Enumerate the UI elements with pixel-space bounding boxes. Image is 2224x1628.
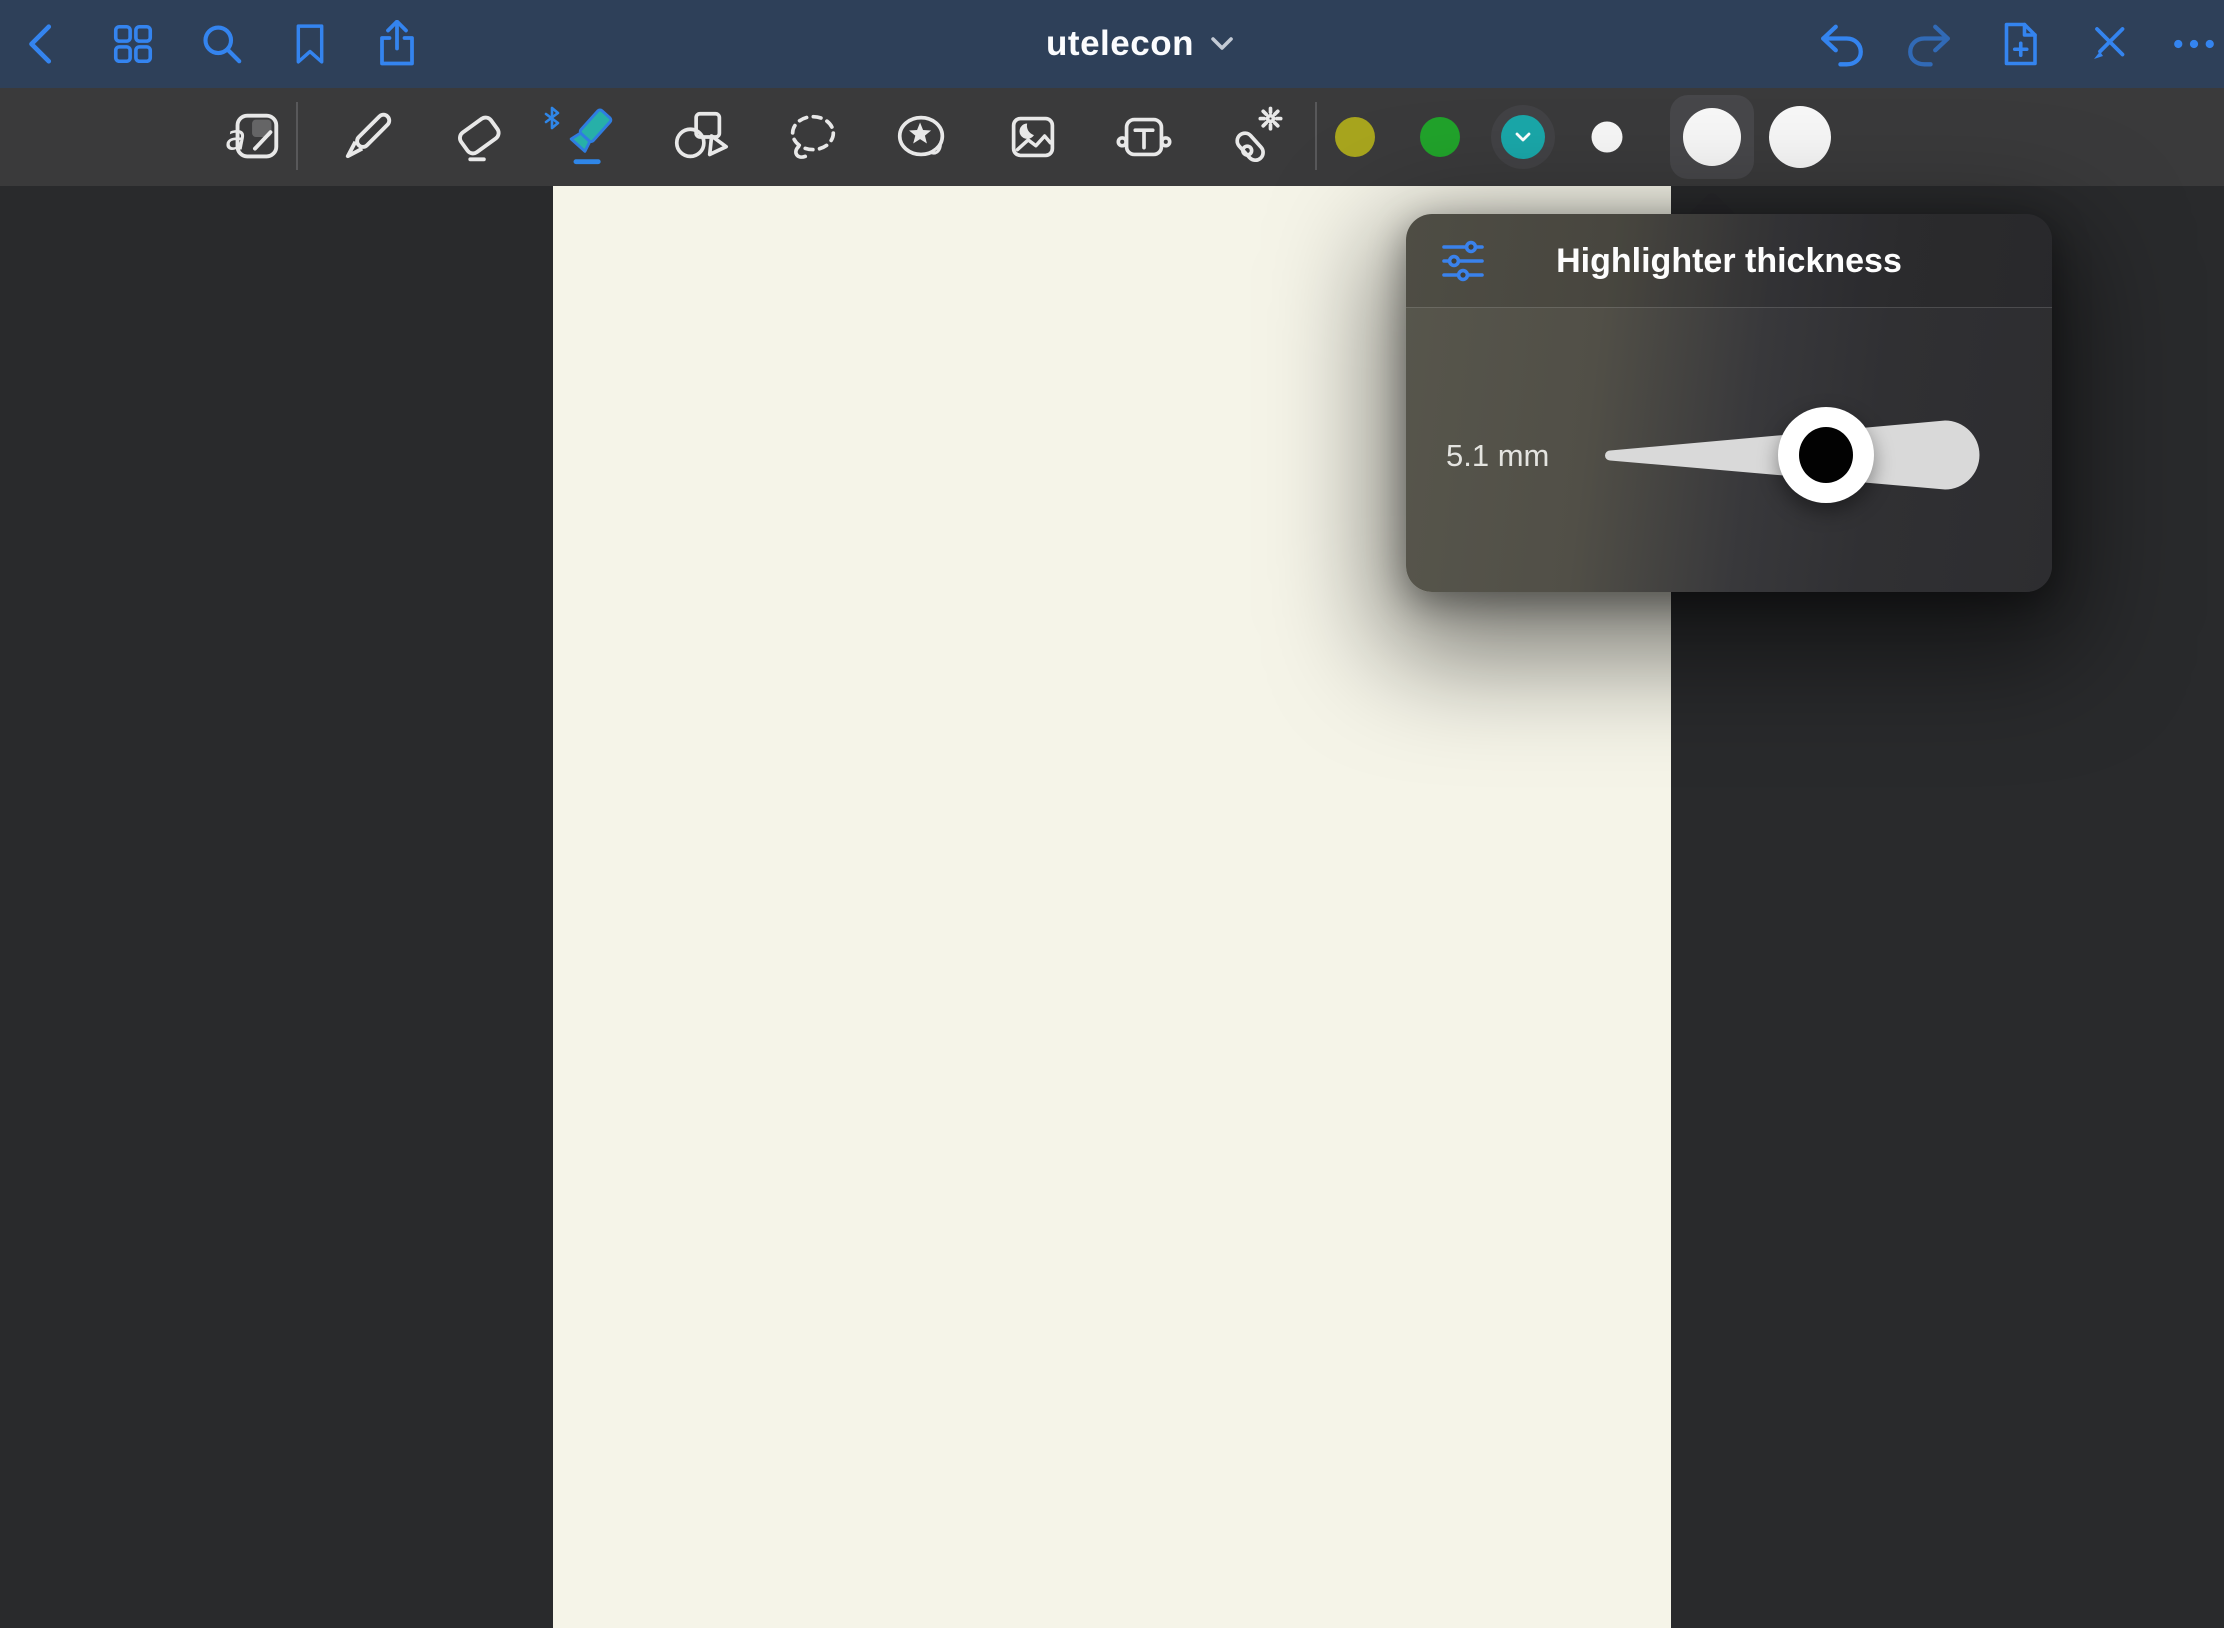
title-chevron-down-icon: [1210, 36, 1234, 52]
color-swatch-teal-selected[interactable]: [1491, 105, 1555, 169]
chevron-down-icon: [1515, 132, 1531, 143]
tool-elements[interactable]: [891, 106, 953, 168]
ellipsis-icon: [2170, 20, 2218, 68]
tool-pen[interactable]: [336, 106, 398, 168]
lasso-icon: [781, 106, 843, 168]
more-button[interactable]: [2170, 20, 2218, 68]
thickness-preset-medium-selected[interactable]: [1670, 95, 1754, 179]
tool-bar: a: [0, 88, 2224, 186]
tool-image[interactable]: [1002, 106, 1064, 168]
tool-text[interactable]: [1111, 106, 1177, 168]
goodnotes-document-view: { "nav": { "title": "utelecon", "left_ic…: [0, 0, 2224, 1628]
toolbar-separator: [1315, 102, 1317, 170]
shapes-icon: [669, 106, 731, 168]
highlighter-thickness-popover: Highlighter thickness 5.1 mm: [1406, 214, 2052, 592]
search-icon: [198, 20, 246, 68]
bookmark-icon: [288, 21, 332, 67]
color-swatch-olive[interactable]: [1335, 117, 1375, 157]
pen-off-button[interactable]: [2085, 20, 2133, 68]
image-icon: [1002, 106, 1064, 168]
zoom-window-icon: a: [223, 106, 285, 168]
thickness-preset-thin[interactable]: [1592, 122, 1623, 153]
search-button[interactable]: [198, 20, 246, 68]
thickness-value: 5.1 mm: [1446, 438, 1549, 474]
page-thumbnails-button[interactable]: [110, 21, 156, 67]
svg-text:a: a: [225, 119, 246, 159]
highlighter-icon: [559, 106, 621, 168]
nav-bar: utelecon: [0, 0, 2224, 88]
toolbar-separator: [296, 102, 298, 170]
back-button[interactable]: [20, 21, 66, 67]
bluetooth-icon: [543, 106, 561, 130]
laser-pointer-icon: [1224, 106, 1286, 168]
redo-button[interactable]: [1904, 19, 1954, 69]
share-icon: [373, 20, 421, 68]
share-button[interactable]: [373, 20, 421, 68]
sticker-star-icon: [891, 106, 953, 168]
grid-icon: [110, 21, 156, 67]
title-group[interactable]: utelecon: [1046, 24, 1234, 64]
popover-title: Highlighter thickness: [1406, 214, 2052, 308]
redo-icon: [1904, 19, 1954, 69]
document-title: utelecon: [1046, 24, 1194, 64]
sliders-icon: [1440, 238, 1486, 284]
thickness-preset-thick[interactable]: [1769, 106, 1831, 168]
pen-crossed-icon: [2085, 20, 2133, 68]
tool-pointer[interactable]: [1224, 106, 1286, 168]
back-chevron-icon: [20, 21, 66, 67]
eraser-icon: [448, 106, 510, 168]
teal-swatch-fill: [1501, 115, 1545, 159]
color-swatch-green[interactable]: [1420, 117, 1460, 157]
undo-icon: [1817, 19, 1867, 69]
thickness-dot: [1683, 108, 1741, 166]
add-page-icon: [1996, 19, 2044, 69]
tool-zoom-window[interactable]: a: [223, 106, 285, 168]
slider-knob-center: [1799, 427, 1853, 483]
text-icon: [1111, 106, 1177, 168]
undo-button[interactable]: [1817, 19, 1867, 69]
tool-highlighter[interactable]: [559, 106, 621, 168]
bookmark-button[interactable]: [288, 21, 332, 67]
tool-lasso[interactable]: [781, 106, 843, 168]
tool-eraser[interactable]: [448, 106, 510, 168]
pen-icon: [336, 106, 398, 168]
add-page-button[interactable]: [1996, 19, 2044, 69]
slider-knob[interactable]: [1778, 407, 1874, 503]
tool-shapes[interactable]: [669, 106, 731, 168]
